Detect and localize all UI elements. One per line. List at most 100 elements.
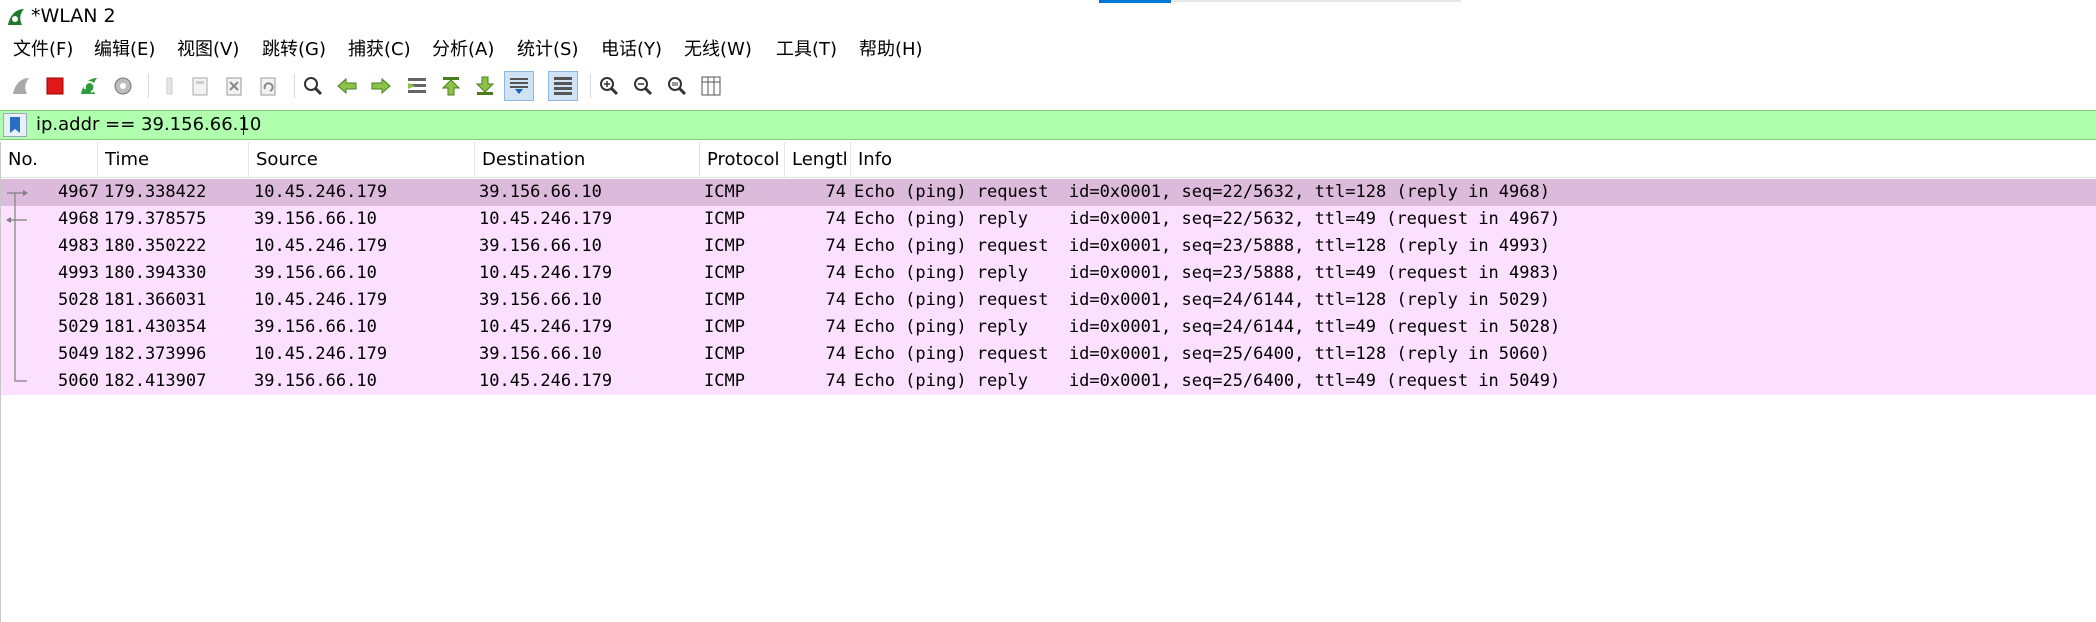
normal-size-button[interactable] [662, 71, 692, 101]
packet-list: No. Time Source Destination Protocol Len… [0, 142, 2096, 622]
close-file-button[interactable] [219, 71, 249, 101]
open-file-icon [166, 77, 173, 95]
last-packet-button[interactable] [470, 71, 500, 101]
column-header-protocol[interactable]: Protocol [700, 142, 785, 178]
capture-options-button[interactable] [108, 71, 138, 101]
save-file-button[interactable] [185, 71, 215, 101]
window-title: *WLAN 2 [31, 5, 116, 27]
packet-protocol: ICMP [704, 236, 745, 256]
column-header-destination[interactable]: Destination [475, 142, 700, 178]
menu-go[interactable]: 跳转(G) [262, 35, 326, 65]
go-back-button[interactable] [332, 71, 362, 101]
column-header-info[interactable]: Info [851, 142, 2096, 178]
title-divider [1171, 0, 1461, 2]
menu-view[interactable]: 视图(V) [177, 35, 239, 65]
autoscroll-button[interactable] [504, 71, 534, 101]
go-to-packet-button[interactable] [402, 71, 432, 101]
display-filter-input[interactable] [36, 111, 2086, 139]
packet-info: Echo (ping) reply id=0x0001, seq=24/6144… [854, 317, 1561, 337]
autoscroll-icon [510, 78, 528, 94]
packet-row[interactable]: 4983 180.350222 10.45.246.179 39.156.66.… [1, 233, 2096, 260]
column-header-source[interactable]: Source [249, 142, 475, 178]
stop-capture-icon [46, 77, 64, 95]
capture-options-icon [114, 77, 132, 95]
packet-time: 181.430354 [104, 317, 207, 337]
packet-row[interactable]: 5049 182.373996 10.45.246.179 39.156.66.… [1, 341, 2096, 368]
packet-length: 74 [825, 290, 846, 310]
packet-source: 39.156.66.10 [254, 209, 377, 229]
packet-length: 74 [825, 344, 846, 364]
column-header-length[interactable]: Lengtl [785, 142, 851, 178]
menu-capture[interactable]: 捕获(C) [348, 35, 411, 65]
menu-edit[interactable]: 编辑(E) [94, 35, 155, 65]
open-file-button[interactable] [155, 71, 185, 101]
packet-source: 39.156.66.10 [254, 263, 377, 283]
menu-help[interactable]: 帮助(H) [859, 35, 923, 65]
packet-row[interactable]: 5029 181.430354 39.156.66.10 10.45.246.1… [1, 314, 2096, 341]
packet-time: 180.394330 [104, 263, 207, 283]
packet-time: 180.350222 [104, 236, 207, 256]
packet-protocol: ICMP [704, 371, 745, 391]
close-file-icon [226, 77, 242, 96]
zoom-out-button[interactable] [628, 71, 658, 101]
packet-source: 10.45.246.179 [254, 236, 388, 256]
packet-time: 179.378575 [104, 209, 207, 229]
packet-time: 181.366031 [104, 290, 207, 310]
packet-protocol: ICMP [704, 317, 745, 337]
packet-row[interactable]: 4968 179.378575 39.156.66.10 10.45.246.1… [1, 206, 2096, 233]
go-back-icon [337, 77, 357, 95]
start-capture-button[interactable] [6, 71, 36, 101]
colorize-icon [554, 77, 572, 95]
start-capture-icon [13, 78, 29, 94]
toolbar-separator [294, 74, 295, 98]
text-caret [243, 115, 244, 135]
normal-size-icon [668, 77, 687, 96]
packet-length: 74 [825, 182, 846, 202]
menu-statistics[interactable]: 统计(S) [517, 35, 578, 65]
first-packet-icon [441, 77, 461, 96]
title-bar: *WLAN 2 [0, 0, 2096, 33]
packet-row[interactable]: 5060 182.413907 39.156.66.10 10.45.246.1… [1, 368, 2096, 395]
menu-analyze[interactable]: 分析(A) [432, 35, 494, 65]
column-header-no[interactable]: No. [1, 142, 98, 178]
column-header-time[interactable]: Time [98, 142, 249, 178]
toolbar-separator [148, 74, 149, 98]
find-packet-button[interactable] [298, 71, 328, 101]
restart-capture-button[interactable] [74, 71, 104, 101]
packet-info: Echo (ping) request id=0x0001, seq=25/64… [854, 344, 1550, 364]
packet-protocol: ICMP [704, 182, 745, 202]
packet-row[interactable]: 4967 179.338422 10.45.246.179 39.156.66.… [1, 179, 2096, 206]
packet-length: 74 [825, 236, 846, 256]
packet-destination: 39.156.66.10 [479, 182, 602, 202]
go-forward-button[interactable] [366, 71, 396, 101]
colorize-button[interactable] [548, 71, 578, 101]
last-packet-icon [475, 76, 495, 95]
go-to-packet-icon [408, 78, 426, 93]
packet-row[interactable]: 4993 180.394330 39.156.66.10 10.45.246.1… [1, 260, 2096, 287]
packet-info: Echo (ping) request id=0x0001, seq=23/58… [854, 236, 1550, 256]
zoom-in-button[interactable] [594, 71, 624, 101]
first-packet-button[interactable] [436, 71, 466, 101]
menu-telephony[interactable]: 电话(Y) [601, 35, 662, 65]
filter-bookmark-button[interactable] [3, 113, 27, 137]
display-filter-bar [0, 110, 2096, 140]
resize-columns-button[interactable] [696, 71, 726, 101]
menu-tools[interactable]: 工具(T) [776, 35, 837, 65]
main-toolbar [0, 68, 2096, 108]
wireshark-fin-icon [8, 9, 24, 25]
packet-length: 74 [825, 317, 846, 337]
menu-wireless[interactable]: 无线(W) [684, 35, 752, 65]
toolbar-separator [590, 74, 591, 98]
packet-protocol: ICMP [704, 263, 745, 283]
packet-length: 74 [825, 209, 846, 229]
packet-source: 39.156.66.10 [254, 317, 377, 337]
packet-row[interactable]: 5028 181.366031 10.45.246.179 39.156.66.… [1, 287, 2096, 314]
packet-destination: 39.156.66.10 [479, 290, 602, 310]
packet-time: 182.413907 [104, 371, 207, 391]
packet-info: Echo (ping) request id=0x0001, seq=24/61… [854, 290, 1550, 310]
reload-file-button[interactable] [253, 71, 283, 101]
packet-length: 74 [825, 263, 846, 283]
menu-bar: 文件(F) 编辑(E) 视图(V) 跳转(G) 捕获(C) 分析(A) 统计(S… [0, 35, 2096, 65]
menu-file[interactable]: 文件(F) [13, 35, 73, 65]
stop-capture-button[interactable] [40, 71, 70, 101]
